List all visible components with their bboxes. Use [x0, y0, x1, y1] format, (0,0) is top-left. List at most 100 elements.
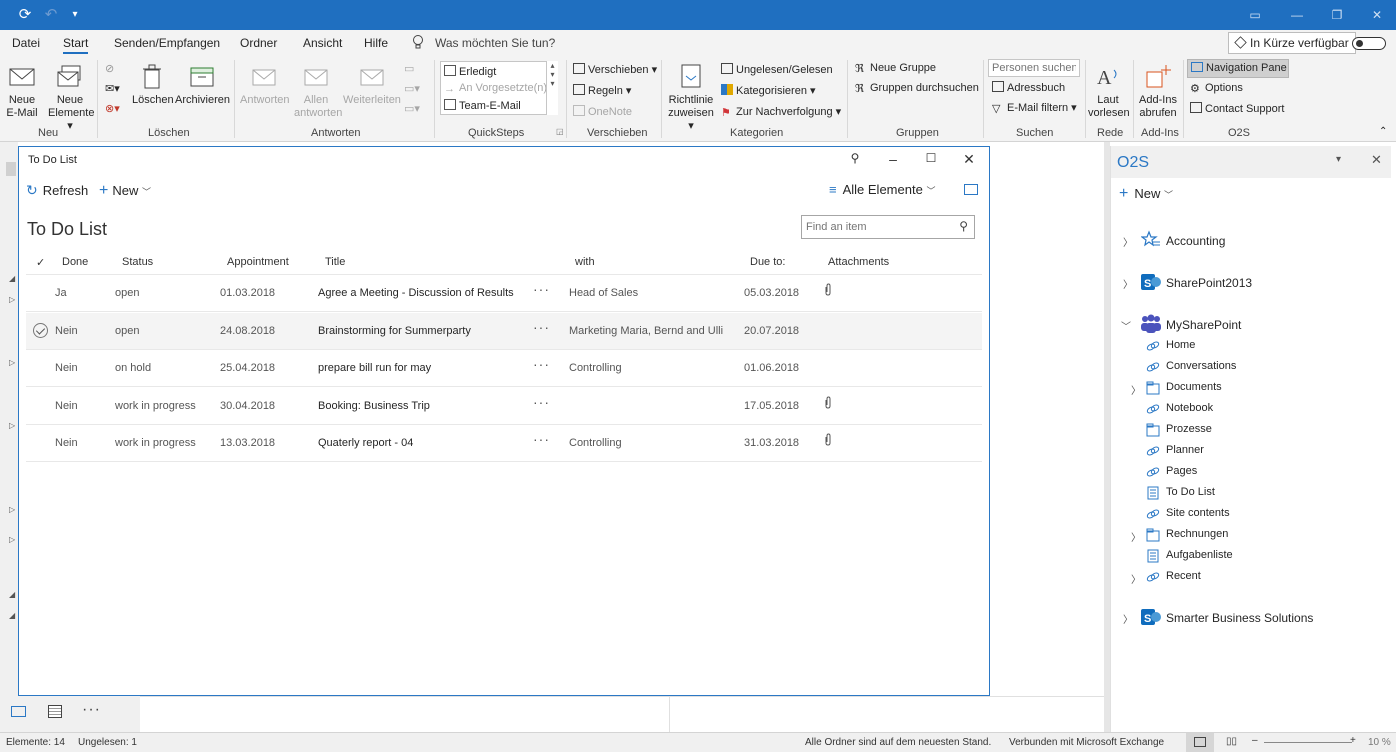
- close-pane-icon[interactable]: ✕: [1371, 152, 1382, 168]
- expand-chevron-icon[interactable]: 〉: [1123, 276, 1133, 291]
- normal-view-icon[interactable]: [1186, 733, 1214, 752]
- filter-email-button[interactable]: ▽ E-Mail filtern ▾: [992, 101, 1077, 115]
- row-more-icon[interactable]: ···: [533, 431, 550, 447]
- meeting-reply-icon[interactable]: ▭: [404, 62, 414, 75]
- mail-module-icon[interactable]: [11, 706, 26, 717]
- tree-documents[interactable]: Documents: [1166, 381, 1222, 393]
- tree-to-do-list[interactable]: To Do List: [1166, 486, 1215, 498]
- row-check-icon[interactable]: [33, 322, 48, 338]
- pane-menu-chevron-icon[interactable]: ▾: [1336, 154, 1341, 165]
- minimize-icon[interactable]: –: [884, 151, 902, 167]
- more-modules-icon[interactable]: ···: [82, 701, 101, 719]
- coming-soon-toggle[interactable]: [1352, 37, 1386, 50]
- more-reply-icon[interactable]: ▭▾: [404, 102, 420, 115]
- expand-chevron-icon[interactable]: 〉: [1123, 611, 1133, 626]
- new-group-button[interactable]: ℜ Neue Gruppe: [855, 62, 936, 75]
- paperclip-icon[interactable]: [823, 395, 833, 410]
- paperclip-icon[interactable]: [823, 283, 833, 297]
- tree-conversations[interactable]: Conversations: [1166, 360, 1236, 372]
- expand-icon[interactable]: ◢: [9, 274, 15, 283]
- expand-icon[interactable]: ◢: [9, 611, 15, 620]
- quickstep-team-email[interactable]: Team-E-Mail: [444, 99, 521, 112]
- row-more-icon[interactable]: ···: [533, 356, 550, 372]
- address-book-button[interactable]: Adressbuch: [992, 81, 1065, 94]
- move-button[interactable]: Verschieben ▾: [573, 63, 657, 76]
- column-header-with[interactable]: with: [575, 256, 595, 268]
- table-row[interactable]: Nein work in progress 13.03.2018 Quaterly r…: [26, 425, 982, 462]
- tab-start[interactable]: Start: [63, 36, 89, 54]
- archive-button[interactable]: Archivieren: [175, 62, 230, 107]
- calendar-module-icon[interactable]: [48, 705, 62, 718]
- forward-button[interactable]: Weiterleiten: [343, 62, 401, 107]
- o2s-new-button[interactable]: + New ﹀: [1119, 185, 1173, 203]
- quicksteps-scroll[interactable]: ▴ ▾ ▾: [546, 61, 558, 115]
- column-header-title[interactable]: Title: [325, 256, 345, 268]
- expand-icon[interactable]: ◢: [9, 590, 15, 599]
- tab-hilfe[interactable]: Hilfe: [364, 36, 388, 50]
- zoom-out-icon[interactable]: –: [1252, 735, 1258, 746]
- tree-planner[interactable]: Planner: [1166, 444, 1204, 456]
- dialog-launcher-icon[interactable]: ◲: [556, 127, 564, 136]
- row-more-icon[interactable]: ···: [533, 319, 550, 335]
- new-email-button[interactable]: Neue E-Mail: [6, 62, 38, 120]
- minimize-icon[interactable]: —: [1286, 6, 1308, 24]
- table-row[interactable]: Nein on hold 25.04.2018 prepare bill run fo…: [26, 350, 982, 387]
- expand-chevron-icon[interactable]: 〉: [1131, 529, 1141, 544]
- tree-rechnungen[interactable]: Rechnungen: [1166, 528, 1228, 540]
- cell-title[interactable]: Booking: Business Trip: [318, 400, 430, 412]
- column-header-due[interactable]: Due to:: [750, 256, 785, 268]
- search-icon[interactable]: ⚲: [959, 219, 968, 233]
- tab-senden-empfangen[interactable]: Senden/Empfangen: [114, 36, 220, 50]
- expand-icon[interactable]: ▷: [9, 505, 15, 514]
- table-row[interactable]: Ja open 01.03.2018 Agree a Meeting - Discus…: [26, 275, 982, 312]
- tree-site-contents[interactable]: Site contents: [1166, 507, 1230, 519]
- followup-button[interactable]: ⚑ Zur Nachverfolgung ▾: [721, 105, 841, 119]
- tree-sharepoint2013[interactable]: SharePoint2013: [1166, 276, 1252, 290]
- expand-icon[interactable]: ▷: [9, 358, 15, 367]
- row-more-icon[interactable]: ···: [533, 281, 550, 297]
- expand-chevron-icon[interactable]: 〉: [1131, 571, 1141, 586]
- reply-all-button[interactable]: Allen antworten: [294, 62, 342, 120]
- tree-prozesse[interactable]: Prozesse: [1166, 423, 1212, 435]
- junk-icon[interactable]: ⊗▾: [105, 102, 120, 115]
- column-header-status[interactable]: Status: [122, 256, 153, 268]
- maximize-icon[interactable]: ☐: [922, 151, 940, 165]
- column-header-attachments[interactable]: Attachments: [828, 256, 889, 268]
- row-more-icon[interactable]: ···: [533, 394, 550, 410]
- rules-button[interactable]: Regeln ▾: [573, 84, 631, 97]
- people-search-input[interactable]: [988, 59, 1080, 77]
- folder-pane-handle[interactable]: [6, 162, 16, 176]
- tree-pages[interactable]: Pages: [1166, 465, 1197, 477]
- tree-smarter-business-solutions[interactable]: Smarter Business Solutions: [1166, 611, 1313, 625]
- onenote-button[interactable]: OneNote: [573, 105, 632, 118]
- form-view-icon[interactable]: [964, 182, 978, 197]
- reading-view-icon[interactable]: ▯▯: [1226, 736, 1237, 747]
- expand-icon[interactable]: ▷: [9, 295, 15, 304]
- close-icon[interactable]: ✕: [1366, 6, 1388, 24]
- expand-icon[interactable]: ▷: [9, 421, 15, 430]
- column-header-done[interactable]: Done: [62, 256, 88, 268]
- column-header-appointment[interactable]: Appointment: [227, 256, 289, 268]
- collapse-ribbon-icon[interactable]: ⌃: [1379, 126, 1387, 137]
- options-button[interactable]: ⚙ Options: [1190, 82, 1243, 95]
- tell-me-search[interactable]: Was möchten Sie tun?: [435, 36, 555, 50]
- delete-button[interactable]: Löschen: [132, 62, 174, 107]
- cleanup-icon[interactable]: ✉▾: [105, 82, 120, 95]
- tree-recent[interactable]: Recent: [1166, 570, 1201, 582]
- zoom-in-icon[interactable]: +: [1350, 735, 1356, 746]
- undo-icon[interactable]: ↶: [42, 6, 60, 24]
- tree-accounting[interactable]: Accounting: [1166, 234, 1225, 248]
- cell-title[interactable]: Brainstorming for Summerparty: [318, 325, 471, 337]
- assign-policy-button[interactable]: Richtlinie zuweisen ▾: [665, 62, 717, 133]
- get-addins-button[interactable]: Add-Ins abrufen: [1137, 62, 1179, 120]
- new-item-button[interactable]: + New ﹀: [99, 182, 151, 200]
- collapse-chevron-icon[interactable]: ﹀: [1121, 318, 1131, 333]
- sync-icon[interactable]: ⟳: [16, 6, 34, 24]
- new-items-button[interactable]: Neue Elemente ▾: [48, 62, 94, 133]
- cell-title[interactable]: Agree a Meeting - Discussion of Results: [318, 287, 514, 299]
- zoom-slider[interactable]: [1264, 742, 1352, 743]
- cell-title[interactable]: Quaterly report - 04: [318, 437, 413, 449]
- table-row[interactable]: Nein open 24.08.2018 Brainstorming for Summ…: [26, 312, 982, 350]
- ribbon-display-icon[interactable]: ▭: [1244, 6, 1266, 24]
- contact-support-button[interactable]: Contact Support: [1190, 102, 1285, 115]
